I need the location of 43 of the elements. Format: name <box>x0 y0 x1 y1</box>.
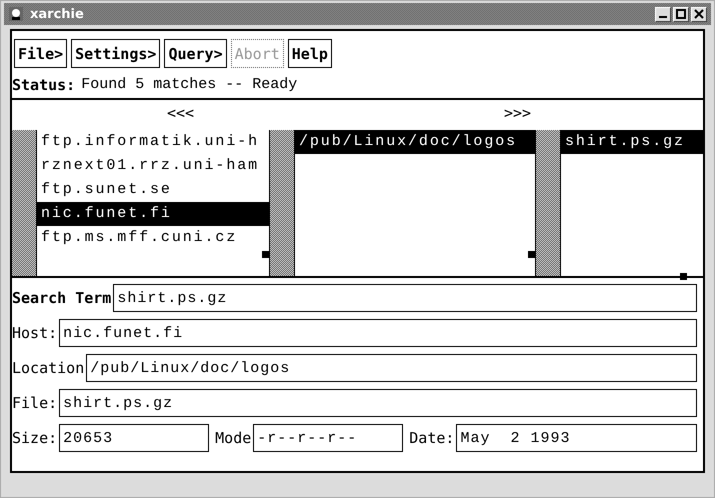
maximize-button[interactable] <box>673 6 689 22</box>
list-item[interactable]: ftp.informatik.uni-h <box>37 130 269 154</box>
sash-handle[interactable] <box>680 273 687 280</box>
minimize-button[interactable] <box>655 6 671 22</box>
input-field[interactable]: 20653 <box>59 424 210 452</box>
list-item[interactable]: /pub/Linux/doc/logos <box>295 130 535 154</box>
input-field[interactable]: shirt.ps.gz <box>59 389 697 417</box>
field-label: Mode <box>215 429 252 447</box>
scroll-right-button[interactable]: >>> <box>504 104 532 122</box>
field-label: Search Term <box>12 289 112 307</box>
sash-handle[interactable] <box>528 251 535 258</box>
input-field[interactable]: -r--r--r-- <box>253 424 404 452</box>
input-field[interactable]: shirt.ps.gz <box>113 284 697 312</box>
input-field[interactable]: May 2 1993 <box>456 424 697 452</box>
field-label: Size: <box>12 429 58 447</box>
close-icon <box>694 9 704 19</box>
menu-button[interactable]: Help <box>288 39 332 68</box>
list-item[interactable]: nic.funet.fi <box>37 202 269 226</box>
field-label: File: <box>12 394 58 412</box>
minimize-icon <box>659 16 667 18</box>
menu-button[interactable]: Query> <box>164 39 227 68</box>
scrollbar[interactable] <box>269 130 295 276</box>
scrollbar[interactable] <box>535 130 561 276</box>
list-item[interactable]: shirt.ps.gz <box>561 130 703 154</box>
scrollbar[interactable] <box>12 130 37 276</box>
input-field[interactable]: nic.funet.fi <box>59 319 697 347</box>
menu-button[interactable]: File> <box>14 39 68 68</box>
sash-handle[interactable] <box>262 251 269 258</box>
app-icon[interactable] <box>8 6 24 22</box>
list-item[interactable]: ftp.ms.mff.cuni.cz <box>37 226 269 250</box>
status-label: Status: <box>12 76 76 94</box>
list-item[interactable]: rznext01.rrz.uni-ham <box>37 154 269 178</box>
field-label: Host: <box>12 324 58 342</box>
field-label: Location <box>12 359 84 377</box>
field-label: Date: <box>409 429 454 447</box>
window-title: xarchie <box>30 6 84 22</box>
input-field[interactable]: /pub/Linux/doc/logos <box>86 354 697 382</box>
menu-button[interactable]: Settings> <box>71 39 160 68</box>
status-text: Found 5 matches -- Ready <box>81 76 298 94</box>
close-button[interactable] <box>691 6 707 22</box>
maximize-icon <box>676 9 686 19</box>
list-item[interactable]: ftp.sunet.se <box>37 178 269 202</box>
scroll-left-button[interactable]: <<< <box>167 104 194 122</box>
